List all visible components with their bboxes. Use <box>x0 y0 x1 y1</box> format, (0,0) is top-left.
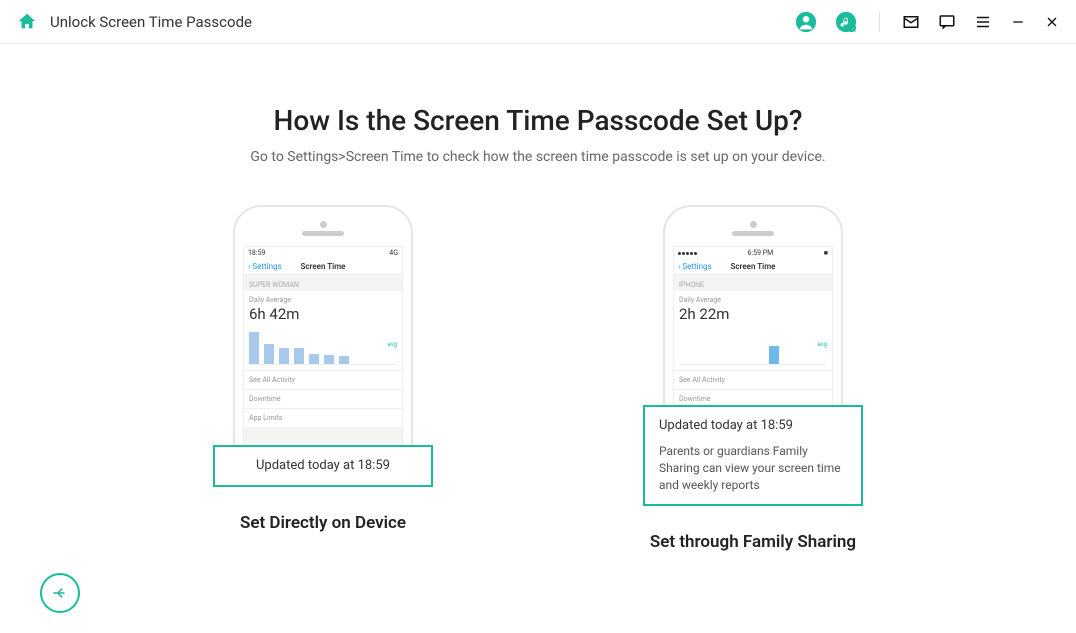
usage-bars: avg <box>679 329 827 365</box>
phone-nav-title: Screen Time <box>301 262 346 271</box>
phone-row: See All Activity <box>674 370 832 389</box>
mail-icon[interactable] <box>902 13 920 31</box>
phone-battery: ■ <box>824 249 828 257</box>
phone-time: 6:59 PM <box>748 249 774 257</box>
option-family-sharing[interactable]: 6:59 PM ■ ‹ Settings Screen Time IPHONE … <box>603 205 903 552</box>
phone-nav-title: Screen Time <box>731 262 776 271</box>
home-icon[interactable] <box>16 11 38 33</box>
phone-row: See All Activity <box>244 370 402 389</box>
phone-row: Downtime <box>244 389 402 408</box>
back-button[interactable] <box>40 573 80 613</box>
phone-section: SUPER WOMAN <box>244 275 402 291</box>
music-icon[interactable] <box>835 11 857 33</box>
phone-signal: 4G <box>389 249 398 257</box>
titlebar-title: Unlock Screen Time Passcode <box>50 13 252 31</box>
minimize-icon[interactable] <box>1010 14 1026 30</box>
option-label-right: Set through Family Sharing <box>603 532 903 552</box>
account-icon[interactable] <box>795 11 817 33</box>
close-icon[interactable] <box>1044 14 1060 30</box>
page-subtitle: Go to Settings>Screen Time to check how … <box>40 149 1036 165</box>
page-title: How Is the Screen Time Passcode Set Up? <box>40 104 1036 137</box>
phone-signal-dots <box>678 249 697 257</box>
daily-avg-label: Daily Average <box>679 296 827 304</box>
options-row: 18:59 4G ‹ Settings Screen Time SUPER WO… <box>40 205 1036 552</box>
phone-back: ‹ Settings <box>248 262 282 271</box>
daily-avg-value: 2h 22m <box>679 305 827 323</box>
titlebar: Unlock Screen Time Passcode <box>0 0 1076 44</box>
phone-section: IPHONE <box>674 275 832 291</box>
phone-time: 18:59 <box>248 249 265 257</box>
titlebar-icons <box>795 11 1060 33</box>
divider <box>879 12 880 32</box>
main-content: How Is the Screen Time Passcode Set Up? … <box>0 44 1076 552</box>
feedback-icon[interactable] <box>938 13 956 31</box>
daily-avg-label: Daily Average <box>249 296 397 304</box>
usage-bars: avg <box>249 329 397 365</box>
phone-mockup-left: 18:59 4G ‹ Settings Screen Time SUPER WO… <box>233 205 413 475</box>
callout-left: Updated today at 18:59 <box>213 445 433 487</box>
daily-avg-value: 6h 42m <box>249 305 397 323</box>
phone-row: App Limits <box>244 408 402 427</box>
option-label-left: Set Directly on Device <box>173 513 473 533</box>
callout-right: Updated today at 18:59 Parents or guardi… <box>643 405 863 506</box>
menu-icon[interactable] <box>974 13 992 31</box>
option-direct-device[interactable]: 18:59 4G ‹ Settings Screen Time SUPER WO… <box>173 205 473 552</box>
phone-back: ‹ Settings <box>678 262 712 271</box>
